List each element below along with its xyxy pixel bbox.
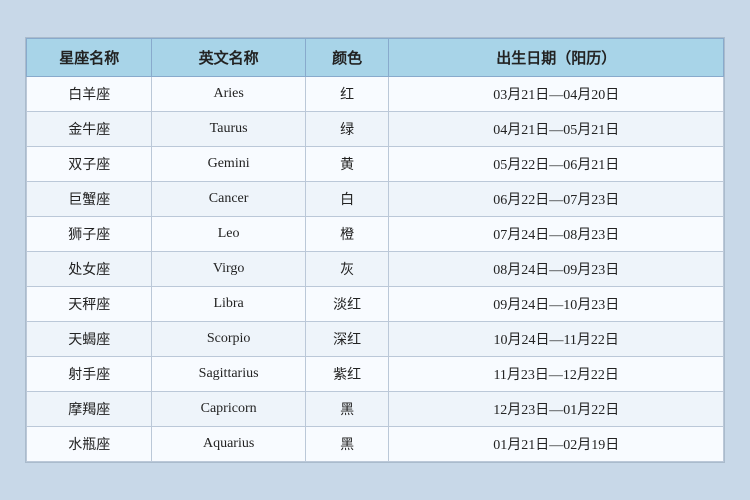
cell-r4-c0: 狮子座 [27, 217, 152, 252]
table-row: 射手座Sagittarius紫红11月23日—12月22日 [27, 357, 724, 392]
cell-r2-c3: 05月22日—06月21日 [389, 147, 724, 182]
cell-r5-c0: 处女座 [27, 252, 152, 287]
cell-r4-c2: 橙 [305, 217, 389, 252]
table-body: 白羊座Aries红03月21日—04月20日金牛座Taurus绿04月21日—0… [27, 77, 724, 462]
cell-r8-c3: 11月23日—12月22日 [389, 357, 724, 392]
table-row: 处女座Virgo灰08月24日—09月23日 [27, 252, 724, 287]
cell-r10-c2: 黑 [305, 427, 389, 462]
table-row: 巨蟹座Cancer白06月22日—07月23日 [27, 182, 724, 217]
cell-r10-c3: 01月21日—02月19日 [389, 427, 724, 462]
cell-r2-c1: Gemini [152, 147, 305, 182]
cell-r1-c1: Taurus [152, 112, 305, 147]
table-header-row: 星座名称 英文名称 颜色 出生日期（阳历） [27, 39, 724, 77]
cell-r0-c2: 红 [305, 77, 389, 112]
zodiac-table-container: 星座名称 英文名称 颜色 出生日期（阳历） 白羊座Aries红03月21日—04… [25, 37, 725, 463]
cell-r5-c3: 08月24日—09月23日 [389, 252, 724, 287]
table-row: 天秤座Libra淡红09月24日—10月23日 [27, 287, 724, 322]
cell-r6-c3: 09月24日—10月23日 [389, 287, 724, 322]
header-date: 出生日期（阳历） [389, 39, 724, 77]
cell-r6-c0: 天秤座 [27, 287, 152, 322]
cell-r9-c1: Capricorn [152, 392, 305, 427]
cell-r6-c2: 淡红 [305, 287, 389, 322]
cell-r7-c3: 10月24日—11月22日 [389, 322, 724, 357]
cell-r8-c0: 射手座 [27, 357, 152, 392]
cell-r3-c2: 白 [305, 182, 389, 217]
header-color: 颜色 [305, 39, 389, 77]
cell-r2-c0: 双子座 [27, 147, 152, 182]
table-row: 白羊座Aries红03月21日—04月20日 [27, 77, 724, 112]
cell-r5-c2: 灰 [305, 252, 389, 287]
cell-r7-c0: 天蝎座 [27, 322, 152, 357]
cell-r0-c1: Aries [152, 77, 305, 112]
header-chinese-name: 星座名称 [27, 39, 152, 77]
cell-r8-c2: 紫红 [305, 357, 389, 392]
cell-r1-c3: 04月21日—05月21日 [389, 112, 724, 147]
table-row: 摩羯座Capricorn黑12月23日—01月22日 [27, 392, 724, 427]
table-row: 天蝎座Scorpio深红10月24日—11月22日 [27, 322, 724, 357]
cell-r7-c1: Scorpio [152, 322, 305, 357]
cell-r2-c2: 黄 [305, 147, 389, 182]
cell-r9-c2: 黑 [305, 392, 389, 427]
header-english-name: 英文名称 [152, 39, 305, 77]
cell-r0-c3: 03月21日—04月20日 [389, 77, 724, 112]
cell-r10-c1: Aquarius [152, 427, 305, 462]
zodiac-table: 星座名称 英文名称 颜色 出生日期（阳历） 白羊座Aries红03月21日—04… [26, 38, 724, 462]
table-row: 狮子座Leo橙07月24日—08月23日 [27, 217, 724, 252]
table-row: 水瓶座Aquarius黑01月21日—02月19日 [27, 427, 724, 462]
cell-r10-c0: 水瓶座 [27, 427, 152, 462]
cell-r3-c3: 06月22日—07月23日 [389, 182, 724, 217]
cell-r7-c2: 深红 [305, 322, 389, 357]
cell-r3-c1: Cancer [152, 182, 305, 217]
cell-r6-c1: Libra [152, 287, 305, 322]
cell-r1-c2: 绿 [305, 112, 389, 147]
cell-r5-c1: Virgo [152, 252, 305, 287]
cell-r9-c0: 摩羯座 [27, 392, 152, 427]
cell-r8-c1: Sagittarius [152, 357, 305, 392]
cell-r4-c1: Leo [152, 217, 305, 252]
cell-r0-c0: 白羊座 [27, 77, 152, 112]
cell-r9-c3: 12月23日—01月22日 [389, 392, 724, 427]
cell-r3-c0: 巨蟹座 [27, 182, 152, 217]
cell-r4-c3: 07月24日—08月23日 [389, 217, 724, 252]
table-row: 金牛座Taurus绿04月21日—05月21日 [27, 112, 724, 147]
table-row: 双子座Gemini黄05月22日—06月21日 [27, 147, 724, 182]
cell-r1-c0: 金牛座 [27, 112, 152, 147]
